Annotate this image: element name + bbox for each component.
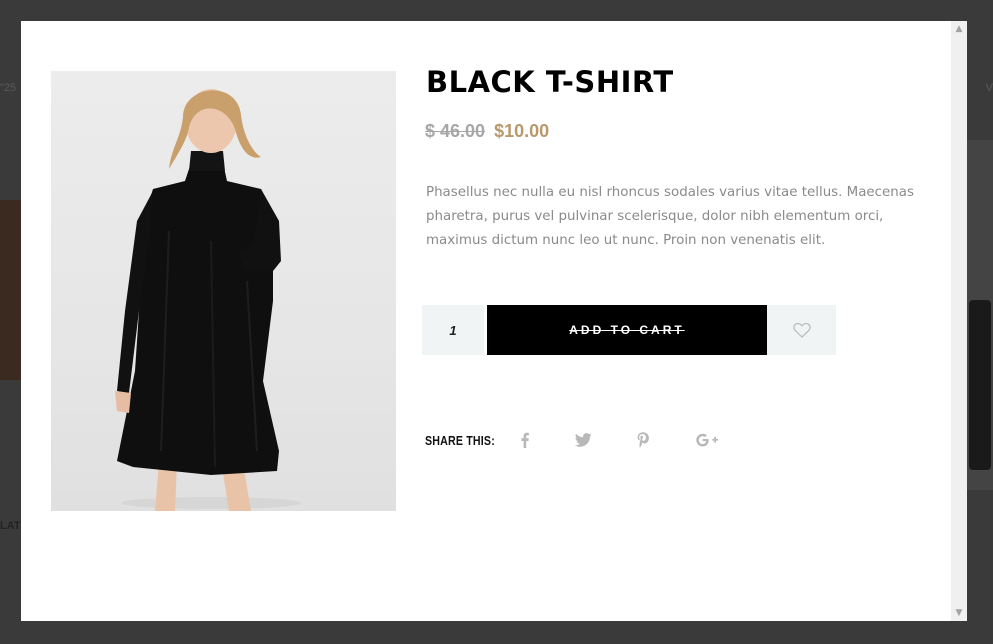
vertical-scrollbar[interactable]: ▲ ▼ bbox=[951, 21, 967, 621]
pinterest-icon bbox=[637, 432, 649, 448]
background-text: "25 bbox=[0, 82, 17, 94]
google-plus-icon bbox=[696, 433, 718, 447]
share-pinterest-button[interactable] bbox=[635, 429, 651, 451]
old-price: $ 46.00 bbox=[425, 121, 486, 141]
add-to-cart-button[interactable]: ADD TO CART bbox=[487, 305, 767, 355]
share-facebook-button[interactable] bbox=[518, 429, 532, 451]
twitter-icon bbox=[574, 433, 592, 447]
product-photo-black-dress bbox=[115, 89, 301, 511]
background-text: LAT bbox=[0, 520, 21, 532]
background-product-thumbnail bbox=[967, 140, 993, 490]
scroll-down-icon[interactable]: ▼ bbox=[954, 608, 964, 618]
heart-icon bbox=[792, 322, 811, 338]
product-image bbox=[51, 71, 396, 511]
sale-price: $10.00 bbox=[494, 121, 550, 141]
product-title: BLACK T-SHIRT bbox=[426, 65, 674, 99]
share-twitter-button[interactable] bbox=[573, 429, 593, 451]
share-google-plus-button[interactable] bbox=[693, 429, 721, 451]
background-shoe-image bbox=[969, 300, 991, 470]
quantity-input[interactable] bbox=[422, 305, 484, 355]
product-description: Phasellus nec nulla eu nisl rhoncus soda… bbox=[426, 185, 914, 248]
quick-view-modal: BLACK T-SHIRT $ 46.00 $10.00 Phasellus n… bbox=[21, 21, 967, 621]
scroll-up-icon[interactable]: ▲ bbox=[954, 24, 964, 34]
background-text: V bbox=[985, 82, 993, 94]
share-label: SHARE THIS: bbox=[425, 433, 495, 448]
add-to-wishlist-button[interactable] bbox=[767, 305, 836, 355]
background-product-thumbnail bbox=[0, 200, 21, 380]
price-row: $ 46.00 $10.00 bbox=[425, 121, 549, 142]
facebook-icon bbox=[521, 432, 529, 448]
